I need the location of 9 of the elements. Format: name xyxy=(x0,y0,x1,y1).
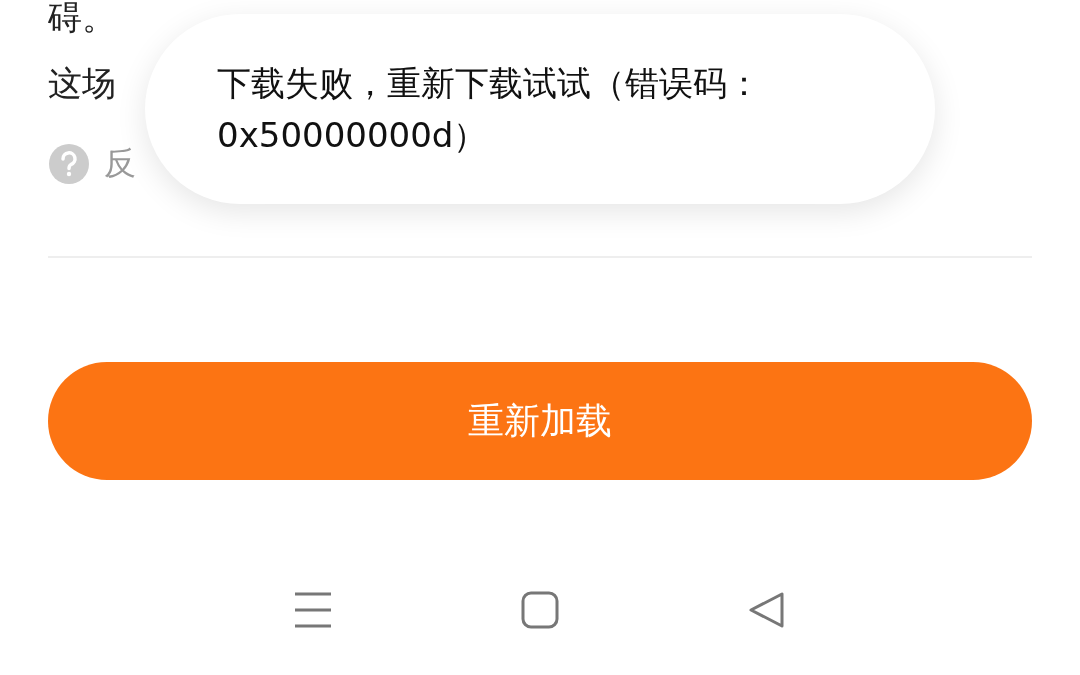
text-line: 碍。 xyxy=(48,0,116,39)
menu-icon xyxy=(293,590,334,630)
toast-message: 下载失败，重新下载试试（错误码：0x50000000d） xyxy=(217,62,762,157)
reload-button[interactable]: 重新加载 xyxy=(48,362,1032,480)
question-icon xyxy=(48,143,90,185)
square-icon xyxy=(521,591,559,629)
back-icon xyxy=(747,591,786,629)
text-line: 这场 xyxy=(48,62,116,105)
feedback-link[interactable]: 反 xyxy=(104,142,136,186)
